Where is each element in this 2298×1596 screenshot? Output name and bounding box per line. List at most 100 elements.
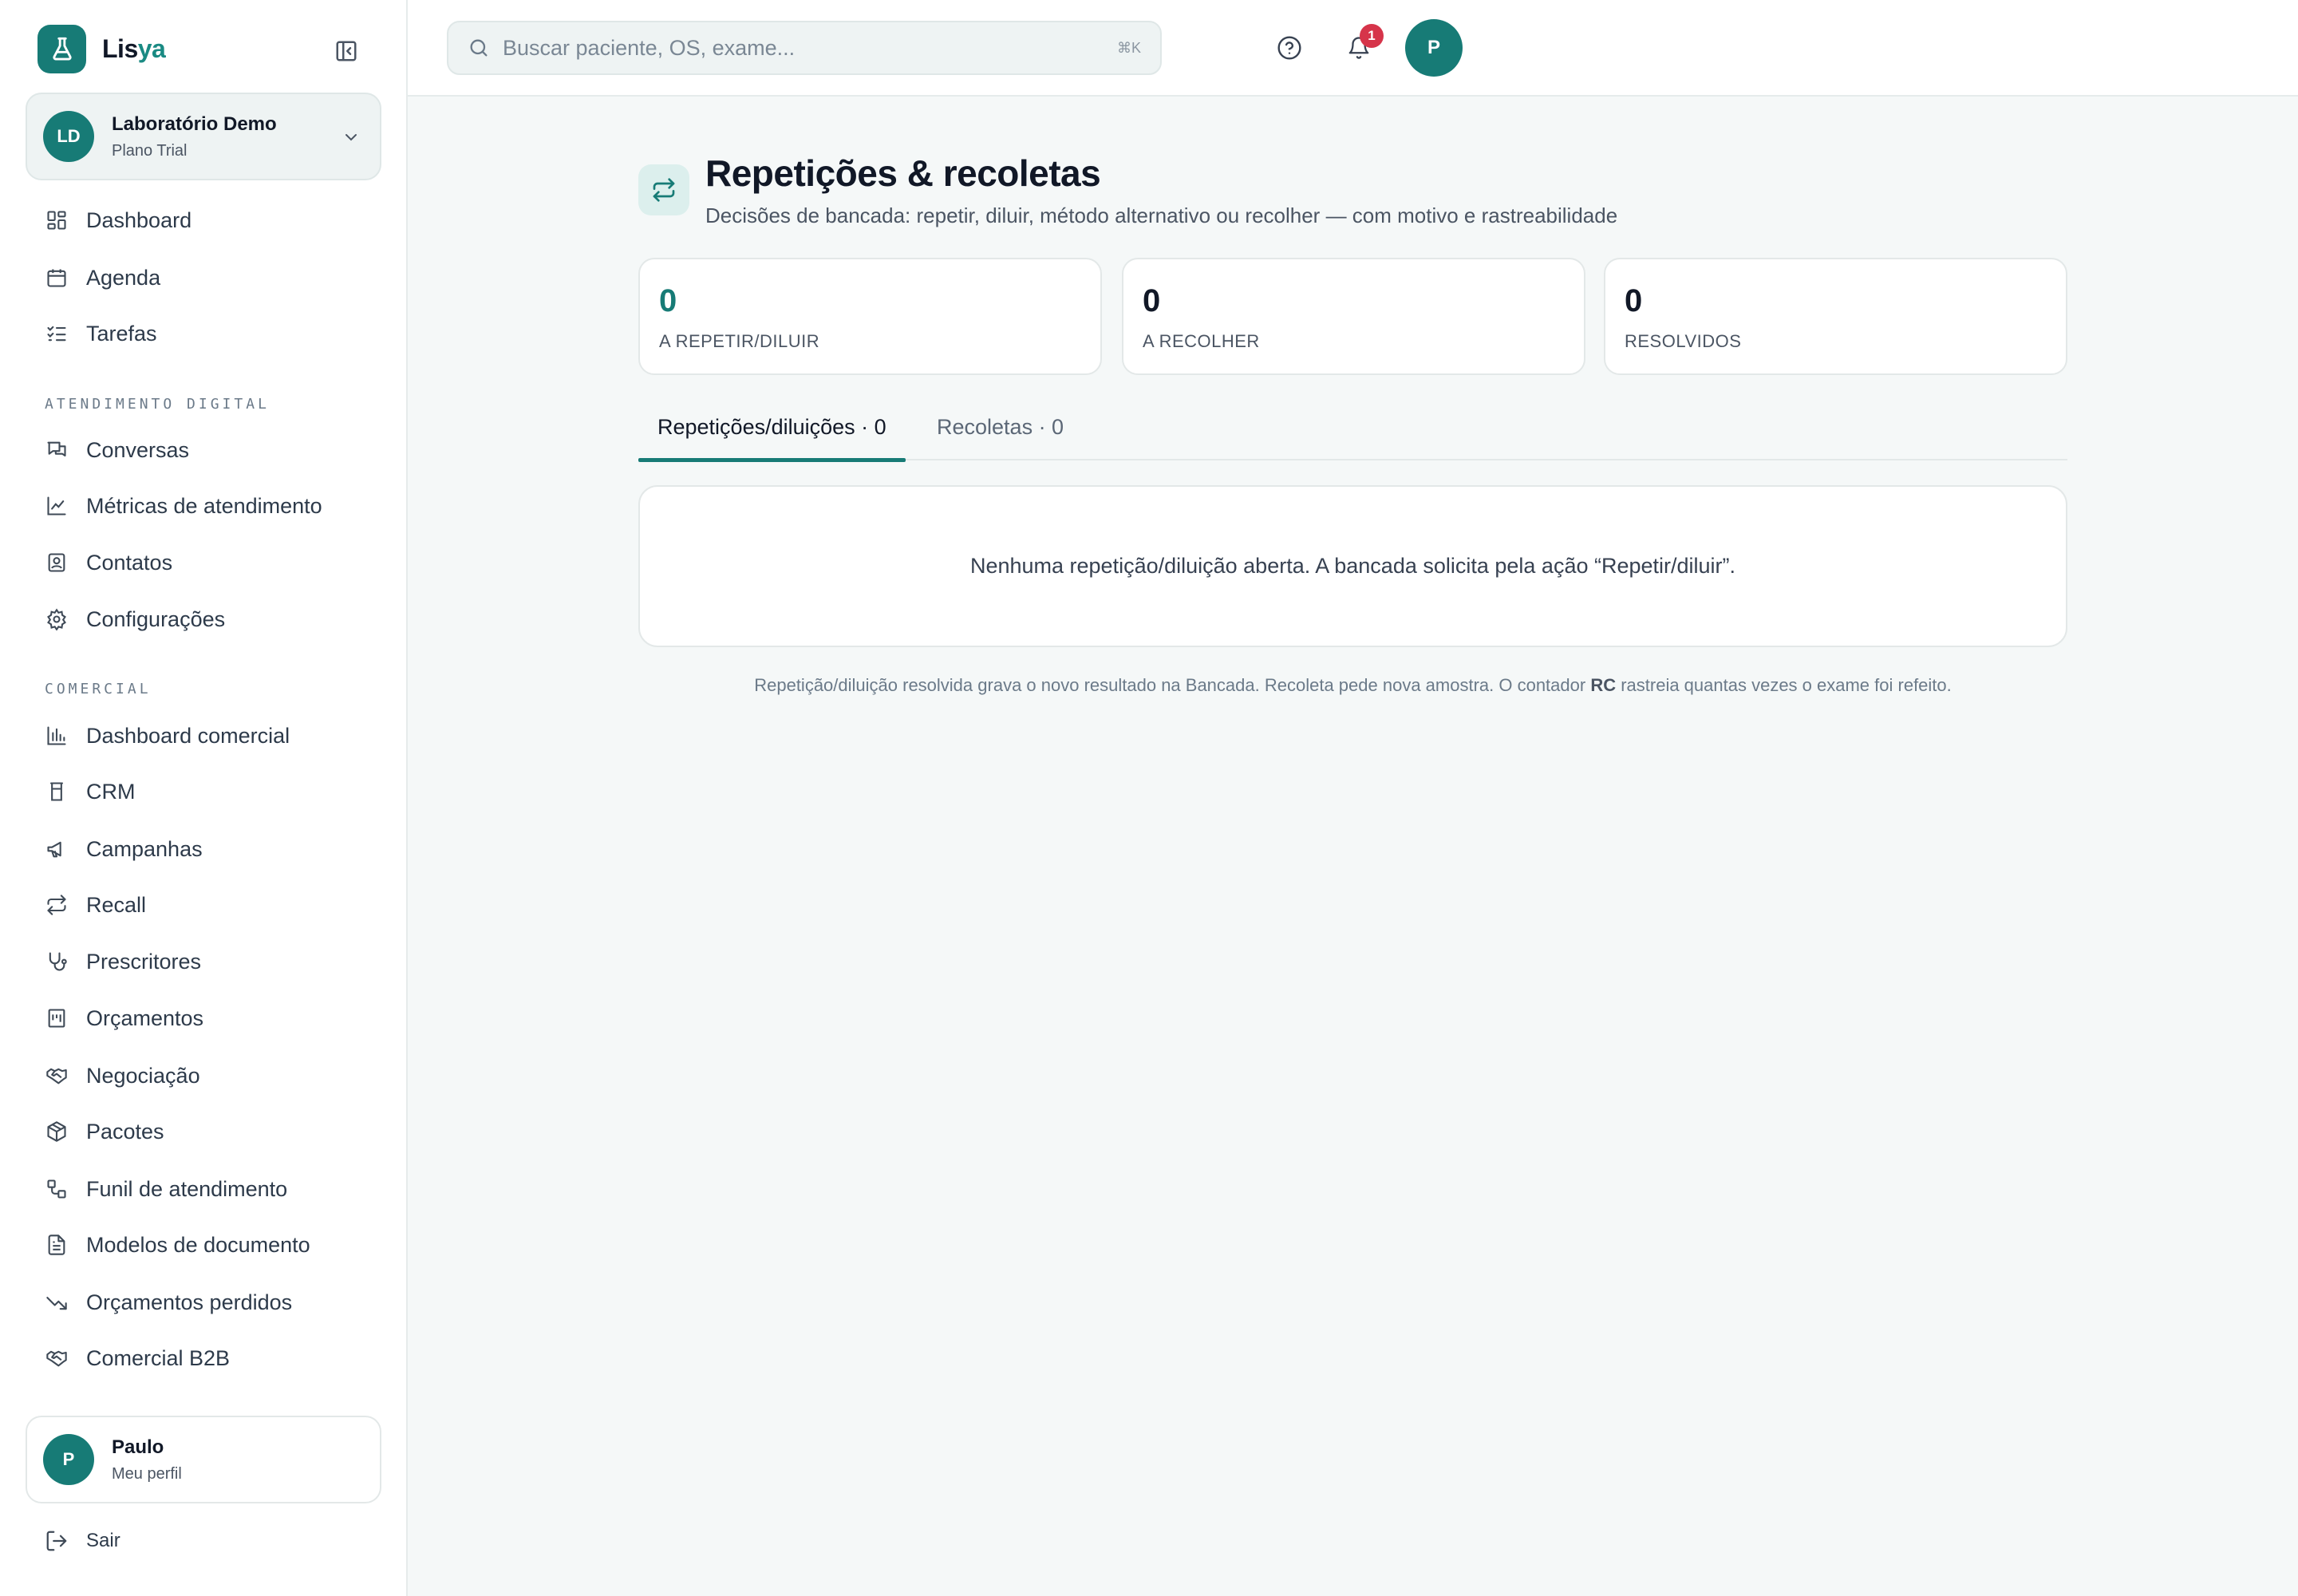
nav-label: Dashboard comercial xyxy=(86,723,290,748)
tab-repeticoes[interactable]: Repetições/diluições · 0 xyxy=(638,415,906,462)
messages-icon xyxy=(45,438,69,462)
nav-item-metricas[interactable]: Métricas de atendimento xyxy=(45,490,380,522)
nav-item-comercial-b2b[interactable]: Comercial B2B xyxy=(45,1342,380,1374)
logout-label: Sair xyxy=(86,1530,120,1551)
sidebar: Lisya LD Laboratório Demo Plano Trial Da… xyxy=(0,0,408,1596)
tab-recoletas[interactable]: Recoletas · 0 xyxy=(918,415,1083,460)
handshake-icon xyxy=(45,1346,69,1370)
search-input[interactable] xyxy=(503,35,1093,61)
package-icon xyxy=(45,1120,69,1144)
user-avatar[interactable]: P xyxy=(1405,19,1463,77)
search-icon xyxy=(468,37,490,59)
repeat-icon xyxy=(638,164,689,215)
nav-label: Negociação xyxy=(86,1063,200,1088)
stat-card-repetir: 0 A REPETIR/DILUIR xyxy=(638,258,1102,375)
list-checks-icon xyxy=(45,322,69,346)
nav-item-tarefas[interactable]: Tarefas xyxy=(45,318,380,350)
tabs: Repetições/diluições · 0 Recoletas · 0 xyxy=(638,399,2067,462)
empty-state: Nenhuma repetição/diluição aberta. A ban… xyxy=(638,485,2067,647)
stat-card-resolvidos: 0 RESOLVIDOS xyxy=(1604,258,2067,375)
crm-icon xyxy=(45,780,69,804)
stethoscope-icon xyxy=(45,950,69,974)
help-icon[interactable] xyxy=(1273,32,1305,64)
nav-label: Funil de atendimento xyxy=(86,1176,288,1201)
log-out-icon xyxy=(45,1529,69,1553)
file-text-icon xyxy=(45,1233,69,1257)
nav-item-modelos-documento[interactable]: Modelos de documento xyxy=(45,1229,380,1261)
trending-down-icon xyxy=(45,1290,69,1314)
search-box[interactable]: ⌘K xyxy=(447,21,1162,75)
bar-chart-icon xyxy=(45,724,69,748)
nav-label: Dashboard xyxy=(86,207,192,232)
footnote: Repetição/diluição resolvida grava o nov… xyxy=(754,675,1952,695)
stat-value: 0 xyxy=(1625,283,1643,318)
empty-message: Nenhuma repetição/diluição aberta. A ban… xyxy=(969,554,1736,578)
nav-item-funil[interactable]: Funil de atendimento xyxy=(45,1173,380,1205)
nav-label: Conversas xyxy=(86,437,190,462)
nav-item-contatos[interactable]: Contatos xyxy=(45,547,380,579)
nav-item-pacotes[interactable]: Pacotes xyxy=(45,1116,380,1148)
topbar: ⌘K 1 P xyxy=(408,0,2298,97)
nav-item-agenda[interactable]: Agenda xyxy=(45,262,380,294)
contact-icon xyxy=(45,551,69,575)
flask-icon xyxy=(38,24,86,73)
nav-label: Comercial B2B xyxy=(86,1345,231,1370)
notification-badge: 1 xyxy=(1360,24,1384,48)
section-label-atendimento: ATENDIMENTO DIGITAL xyxy=(45,396,270,413)
stat-label: RESOLVIDOS xyxy=(1625,331,1742,351)
nav-label: Contatos xyxy=(86,550,173,575)
chevron-down-icon xyxy=(342,128,361,147)
nav-label: Orçamentos perdidos xyxy=(86,1290,293,1314)
nav-label: Métricas de atendimento xyxy=(86,493,322,518)
profile-avatar: P xyxy=(43,1434,94,1485)
workflow-icon xyxy=(45,1177,69,1201)
collapse-sidebar-icon[interactable] xyxy=(332,37,361,65)
nav-label: Agenda xyxy=(86,265,161,290)
nav-item-orcamentos[interactable]: Orçamentos xyxy=(45,1002,380,1034)
page-subtitle: Decisões de bancada: repetir, diluir, mé… xyxy=(705,203,1618,227)
org-avatar: LD xyxy=(43,111,94,162)
profile-name: Paulo xyxy=(112,1436,164,1458)
section-label-comercial: COMERCIAL xyxy=(45,681,152,697)
logout-button[interactable]: Sair xyxy=(45,1529,120,1553)
gear-icon xyxy=(45,607,69,631)
nav-item-negociacao[interactable]: Negociação xyxy=(45,1060,380,1092)
tab-label: Repetições/diluições · 0 xyxy=(657,415,886,439)
brand[interactable]: Lisya xyxy=(38,24,166,73)
nav-item-prescritores[interactable]: Prescritores xyxy=(45,946,380,978)
nav-item-conversas[interactable]: Conversas xyxy=(45,434,380,466)
handshake-icon xyxy=(45,1064,69,1088)
stat-value: 0 xyxy=(659,283,677,318)
profile-subtitle: Meu perfil xyxy=(112,1464,182,1483)
layout-dashboard-icon xyxy=(45,208,69,232)
nav-label: Orçamentos xyxy=(86,1005,204,1030)
page-title: Repetições & recoletas xyxy=(705,152,1101,194)
nav-item-recall[interactable]: Recall xyxy=(45,889,380,921)
tab-label: Recoletas · 0 xyxy=(937,415,1064,439)
stat-label: A RECOLHER xyxy=(1143,331,1260,351)
calendar-icon xyxy=(45,266,69,290)
nav-item-dashboard[interactable]: Dashboard xyxy=(45,204,380,236)
nav-label: Configurações xyxy=(86,606,226,631)
line-chart-icon xyxy=(45,494,69,518)
nav-label: Modelos de documento xyxy=(86,1232,310,1257)
org-name: Laboratório Demo xyxy=(112,113,277,135)
nav-label: Prescritores xyxy=(86,949,202,974)
nav-item-configuracoes[interactable]: Configurações xyxy=(45,603,380,635)
nav-label: Campanhas xyxy=(86,836,203,861)
megaphone-icon xyxy=(45,837,69,861)
profile-card[interactable]: P Paulo Meu perfil xyxy=(26,1416,381,1503)
receipt-icon xyxy=(45,1006,69,1030)
nav-label: Pacotes xyxy=(86,1119,164,1144)
nav-item-orcamentos-perdidos[interactable]: Orçamentos perdidos xyxy=(45,1286,380,1318)
nav-item-dashboard-comercial[interactable]: Dashboard comercial xyxy=(45,720,380,752)
nav-label: CRM xyxy=(86,779,136,804)
brand-name: Lisya xyxy=(102,34,166,63)
stat-value: 0 xyxy=(1143,283,1161,318)
nav-label: Recall xyxy=(86,892,147,917)
stat-label: A REPETIR/DILUIR xyxy=(659,331,820,351)
organization-switcher[interactable]: LD Laboratório Demo Plano Trial xyxy=(26,93,381,180)
nav-item-campanhas[interactable]: Campanhas xyxy=(45,833,380,865)
nav-item-crm[interactable]: CRM xyxy=(45,776,380,808)
search-shortcut: ⌘K xyxy=(1116,40,1141,56)
